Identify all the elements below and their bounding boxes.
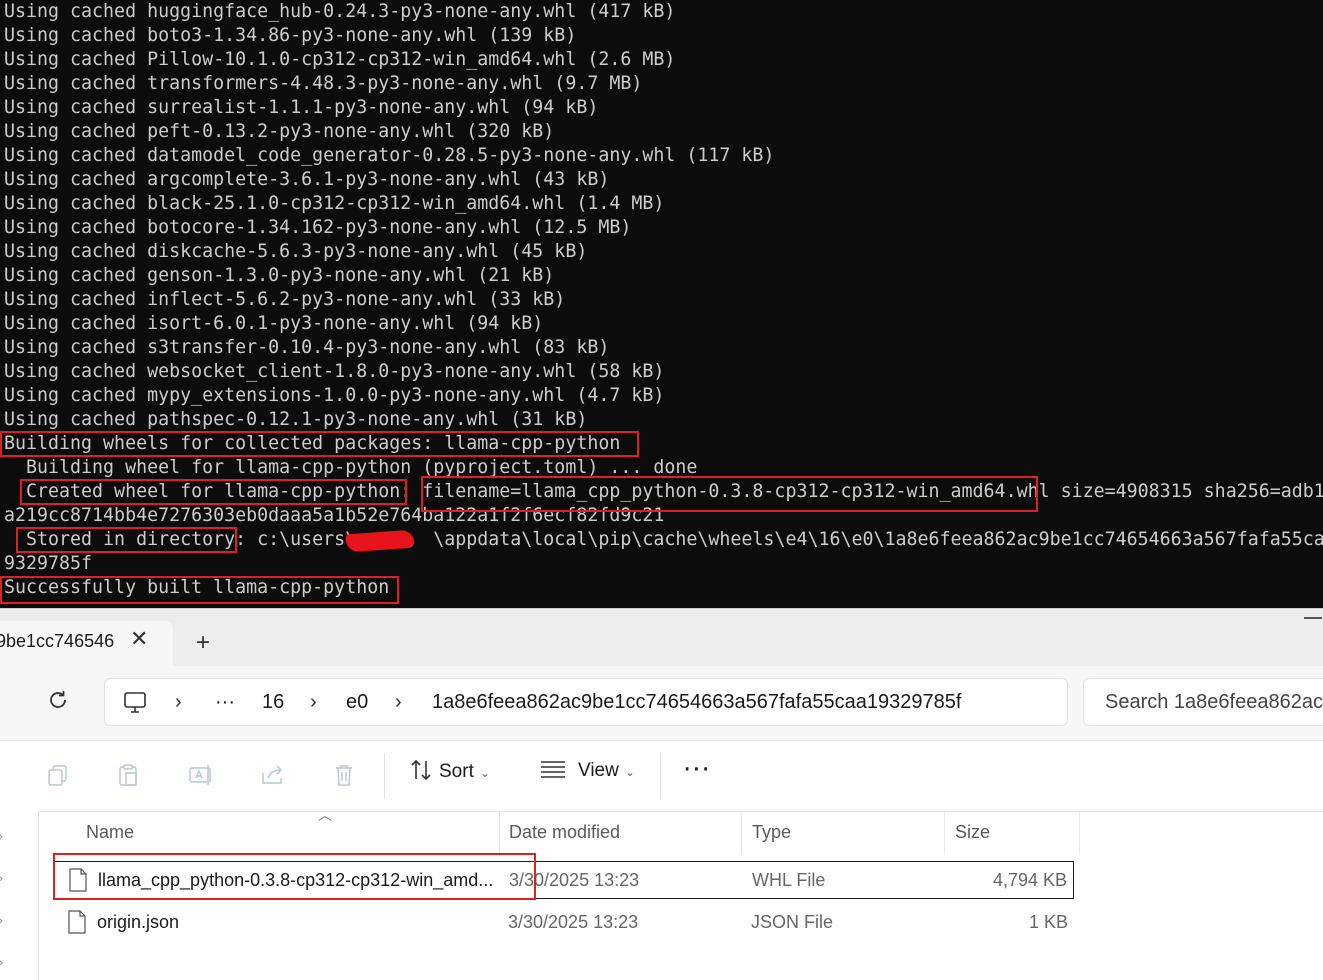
file-row[interactable]: llama_cpp_python-0.3.8-cp312-cp312-win_a… bbox=[54, 861, 1074, 899]
column-header-name[interactable]: Name bbox=[86, 822, 134, 843]
search-placeholder: Search 1a8e6feea862ac bbox=[1105, 691, 1323, 713]
terminal-line: Using cached argcomplete-3.6.1-py3-none-… bbox=[4, 169, 610, 190]
tab-strip: 9be1cc746546 ✕ + bbox=[0, 608, 1323, 667]
refresh-icon[interactable] bbox=[46, 688, 70, 718]
chevron-right-icon[interactable]: › bbox=[395, 691, 402, 714]
file-name: llama_cpp_python-0.3.8-cp312-cp312-win_a… bbox=[98, 870, 494, 890]
file-explorer-window[interactable]: 9be1cc746546 ✕ + › ··· 16 › e0 › 1a8e6fe… bbox=[0, 608, 1323, 980]
terminal-line: Using cached websocket_client-1.8.0-py3-… bbox=[4, 361, 665, 382]
highlight-box-created bbox=[20, 479, 407, 505]
terminal-line: Using cached isort-6.0.1-py3-none-any.wh… bbox=[4, 313, 544, 334]
file-size: 1 KB bbox=[1028, 912, 1068, 932]
terminal-line: Using cached transformers-4.48.3-py3-non… bbox=[4, 73, 643, 94]
file-name: origin.json bbox=[97, 912, 180, 932]
breadcrumb-item-current[interactable]: 1a8e6feea862ac9be1cc74654663a567fafa55ca… bbox=[432, 691, 961, 714]
sort-button[interactable]: Sort ⌄ bbox=[409, 759, 490, 783]
toolbar-divider bbox=[384, 753, 385, 799]
file-icon bbox=[68, 910, 86, 934]
file-type: JSON File bbox=[751, 912, 834, 932]
toolbar-divider bbox=[660, 753, 661, 799]
navigation-pane[interactable]: › › › › bbox=[0, 811, 39, 980]
more-options-button[interactable]: ··· bbox=[683, 755, 711, 785]
close-icon[interactable]: ✕ bbox=[130, 627, 148, 652]
file-size: 4,794 KB bbox=[992, 870, 1067, 890]
chevron-right-icon[interactable]: › bbox=[0, 913, 4, 929]
view-label: View bbox=[578, 760, 619, 781]
share-icon[interactable] bbox=[260, 763, 286, 789]
column-header-size[interactable]: Size bbox=[955, 822, 990, 843]
terminal-line: Using cached s3transfer-0.10.4-py3-none-… bbox=[4, 337, 610, 358]
highlight-box-stored bbox=[16, 527, 237, 553]
copy-icon[interactable] bbox=[46, 763, 72, 789]
chevron-down-icon: ⌄ bbox=[479, 766, 490, 780]
paste-icon[interactable] bbox=[116, 763, 142, 789]
highlight-box-building bbox=[0, 431, 639, 457]
terminal-line: Using cached inflect-5.6.2-py3-none-any.… bbox=[4, 289, 566, 310]
terminal-line: Using cached huggingface_hub-0.24.3-py3-… bbox=[4, 1, 676, 22]
file-type: WHL File bbox=[752, 870, 826, 890]
file-date: 3/30/2025 13:23 bbox=[509, 870, 640, 890]
highlight-box-filename bbox=[421, 476, 1038, 512]
file-icon bbox=[69, 868, 87, 892]
rename-icon[interactable] bbox=[188, 763, 214, 789]
chevron-right-icon[interactable]: › bbox=[0, 955, 4, 971]
breadcrumb-item-16[interactable]: 16 bbox=[262, 691, 284, 714]
file-row[interactable]: origin.json 3/30/2025 13:23 JSON File 1 … bbox=[54, 904, 1074, 942]
search-input[interactable]: Search 1a8e6feea862ac bbox=[1083, 678, 1323, 726]
column-header-date[interactable]: Date modified bbox=[509, 822, 620, 843]
view-button[interactable]: View ⌄ bbox=[540, 759, 635, 782]
terminal-line: Using cached surrealist-1.1.1-py3-none-a… bbox=[4, 97, 599, 118]
delete-icon[interactable] bbox=[332, 763, 358, 789]
sort-ascending-icon: ︿ bbox=[318, 808, 332, 824]
terminal-line: Using cached black-25.1.0-cp312-cp312-wi… bbox=[4, 193, 665, 214]
command-bar: Sort ⌄ View ⌄ ··· bbox=[0, 740, 1323, 812]
view-icon bbox=[540, 759, 578, 782]
column-divider[interactable] bbox=[499, 811, 500, 855]
terminal-line: Using cached pathspec-0.12.1-py3-none-an… bbox=[4, 409, 588, 430]
breadcrumb-item-e0[interactable]: e0 bbox=[346, 691, 368, 714]
highlight-box-success bbox=[0, 576, 399, 604]
terminal-line: Using cached genson-1.3.0-py3-none-any.w… bbox=[4, 265, 555, 286]
file-date: 3/30/2025 13:23 bbox=[508, 912, 639, 932]
terminal-line: Using cached datamodel_code_generator-0.… bbox=[4, 145, 775, 166]
terminal-line: Using cached Pillow-10.1.0-cp312-cp312-w… bbox=[4, 49, 676, 70]
address-bar[interactable]: › ··· 16 › e0 › 1a8e6feea862ac9be1cc7465… bbox=[104, 678, 1068, 726]
terminal-line: Using cached diskcache-5.6.3-py3-none-an… bbox=[4, 241, 588, 262]
terminal-line: 9329785f bbox=[4, 553, 93, 574]
chevron-right-icon[interactable]: › bbox=[0, 829, 4, 845]
sort-label: Sort bbox=[439, 761, 474, 782]
explorer-tab[interactable]: 9be1cc746546 ✕ bbox=[0, 621, 173, 667]
sort-icon bbox=[409, 759, 439, 783]
breadcrumb-overflow[interactable]: ··· bbox=[215, 691, 235, 714]
chevron-right-icon[interactable]: › bbox=[175, 691, 182, 714]
chevron-down-icon: ⌄ bbox=[624, 765, 635, 779]
new-tab-button[interactable]: + bbox=[196, 629, 210, 657]
terminal-window[interactable]: Using cached huggingface_hub-0.24.3-py3-… bbox=[0, 0, 1323, 608]
minimize-icon[interactable] bbox=[1304, 617, 1322, 619]
column-divider[interactable] bbox=[1079, 811, 1080, 855]
column-header-type[interactable]: Type bbox=[752, 822, 791, 843]
navigation-bar: › ··· 16 › e0 › 1a8e6feea862ac9be1cc7465… bbox=[0, 666, 1323, 740]
terminal-line: Using cached peft-0.13.2-py3-none-any.wh… bbox=[4, 121, 555, 142]
tab-label: 9be1cc746546 bbox=[0, 631, 114, 651]
column-divider[interactable] bbox=[741, 811, 742, 855]
column-header-row: ︿ Name Date modified Type Size bbox=[38, 808, 1080, 855]
terminal-line: Using cached botocore-1.34.162-py3-none-… bbox=[4, 217, 632, 238]
computer-icon[interactable] bbox=[123, 691, 149, 719]
chevron-right-icon[interactable]: › bbox=[310, 691, 317, 714]
chevron-right-icon[interactable]: › bbox=[0, 871, 4, 887]
terminal-line: Using cached mypy_extensions-1.0.0-py3-n… bbox=[4, 385, 665, 406]
column-divider[interactable] bbox=[944, 811, 945, 855]
terminal-line: Using cached boto3-1.34.86-py3-none-any.… bbox=[4, 25, 577, 46]
